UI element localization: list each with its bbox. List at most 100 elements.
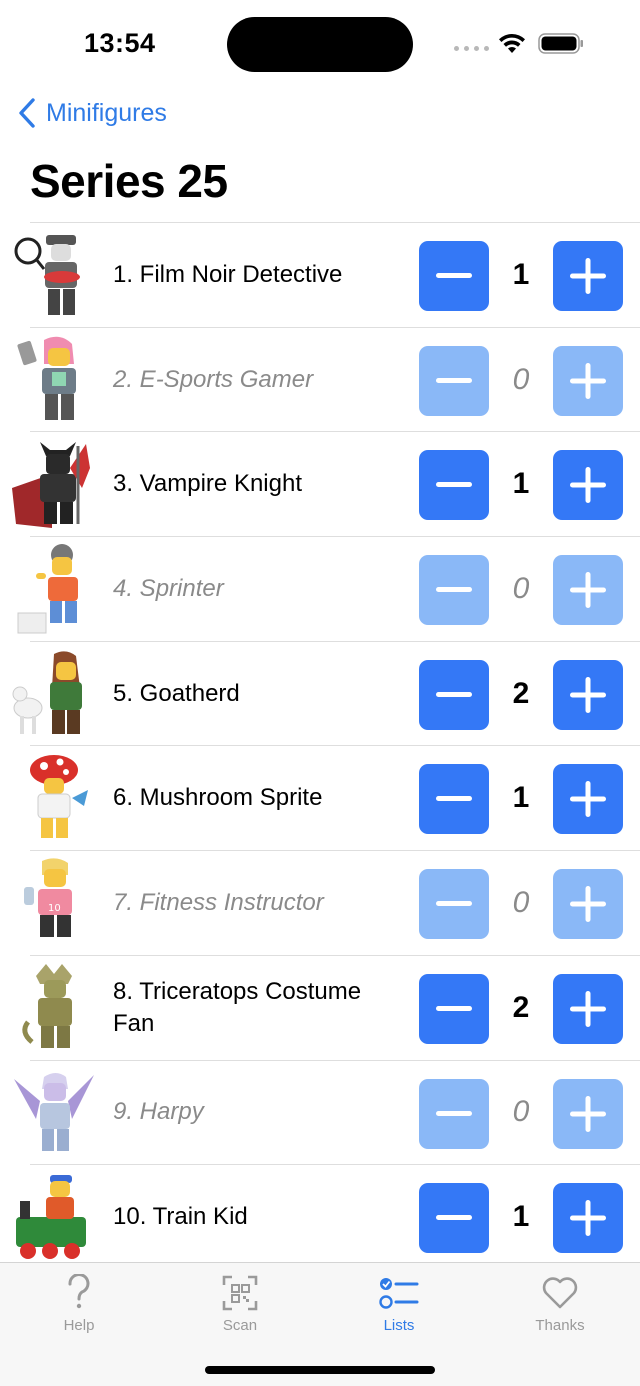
increment-button[interactable] bbox=[553, 1183, 623, 1254]
list-item: 2. E-Sports Gamer 0 bbox=[17, 326, 640, 432]
decrement-button[interactable] bbox=[419, 973, 489, 1044]
decrement-button[interactable] bbox=[419, 764, 489, 835]
list-item: 8. Triceratops Costume Fan 2 bbox=[22, 954, 640, 1060]
plus-icon bbox=[570, 1200, 606, 1237]
heart-icon bbox=[542, 1277, 578, 1309]
minifigure-name: 7. Fitness Instructor bbox=[113, 888, 324, 916]
decrement-button[interactable] bbox=[419, 869, 489, 940]
plus-icon bbox=[570, 990, 606, 1027]
owned-count: 0 bbox=[512, 885, 530, 919]
minifigure-list: 1. Film Noir Detective 1 2. E-Sports Gam… bbox=[0, 222, 640, 1269]
tab-scan[interactable]: Scan bbox=[180, 1271, 300, 1341]
chevron-left-icon bbox=[19, 98, 35, 128]
minifigure-image: 10 bbox=[24, 858, 72, 938]
minifigure-name: 6. Mushroom Sprite bbox=[113, 784, 323, 812]
decrement-button[interactable] bbox=[419, 241, 489, 311]
decrement-button[interactable] bbox=[419, 1183, 489, 1254]
minus-icon bbox=[436, 377, 472, 383]
increment-button[interactable] bbox=[553, 241, 623, 311]
list-item: 10. Train Kid 1 bbox=[16, 1164, 640, 1269]
decrement-button[interactable] bbox=[419, 1078, 489, 1149]
owned-count: 1 bbox=[512, 257, 530, 291]
minus-icon bbox=[436, 691, 472, 697]
owned-count: 1 bbox=[512, 467, 530, 501]
minifigure-image bbox=[14, 1072, 94, 1151]
decrement-button[interactable] bbox=[419, 659, 489, 730]
plus-icon bbox=[570, 258, 606, 294]
minifigure-name: 1. Film Noir Detective bbox=[113, 260, 343, 288]
tab-label: Scan bbox=[222, 1317, 258, 1334]
owned-count: 2 bbox=[512, 990, 530, 1024]
minus-icon bbox=[436, 901, 472, 907]
minifigure-image bbox=[16, 1175, 86, 1260]
decrement-button[interactable] bbox=[419, 555, 489, 626]
plus-icon bbox=[570, 781, 606, 818]
battery-icon bbox=[538, 33, 583, 54]
list-item: 3. Vampire Knight 1 bbox=[12, 431, 640, 536]
increment-button[interactable] bbox=[553, 345, 623, 416]
owned-count: 1 bbox=[512, 1200, 530, 1234]
minus-icon bbox=[436, 587, 472, 593]
increment-button[interactable] bbox=[553, 764, 623, 835]
owned-count: 0 bbox=[512, 362, 530, 396]
cellular-signal-icon bbox=[454, 46, 489, 51]
plus-icon bbox=[570, 1095, 606, 1132]
list-item: 4. Sprinter 0 bbox=[17, 536, 640, 641]
minifigure-image bbox=[12, 651, 82, 734]
home-indicator[interactable] bbox=[205, 1366, 435, 1374]
minifigure-name: 5. Goatherd bbox=[113, 679, 240, 707]
minus-icon bbox=[436, 796, 472, 802]
question-icon bbox=[68, 1274, 90, 1309]
increment-button[interactable] bbox=[553, 1078, 623, 1149]
tab-label: Lists bbox=[383, 1317, 415, 1334]
list-item: 10 7. Fitness Instructor 0 bbox=[24, 850, 640, 955]
checklist-icon bbox=[379, 1278, 419, 1309]
minifigure-image bbox=[17, 544, 78, 634]
minus-icon bbox=[436, 1110, 472, 1116]
list-item: 5. Goatherd 2 bbox=[12, 640, 640, 746]
decrement-button[interactable] bbox=[419, 450, 489, 521]
tab-help[interactable]: Help bbox=[19, 1271, 139, 1341]
minifigure-image bbox=[22, 963, 72, 1048]
decrement-button[interactable] bbox=[419, 345, 489, 416]
minus-icon bbox=[436, 1215, 472, 1221]
plus-icon bbox=[570, 572, 606, 609]
owned-count: 0 bbox=[512, 571, 530, 605]
minifigure-name: 10. Train Kid bbox=[113, 1203, 248, 1231]
minifigure-name: 3. Vampire Knight bbox=[113, 470, 302, 498]
owned-count: 1 bbox=[512, 781, 530, 815]
back-button[interactable]: Minifigures bbox=[18, 96, 167, 130]
page-title: Series 25 bbox=[30, 155, 228, 207]
plus-icon bbox=[570, 886, 606, 923]
increment-button[interactable] bbox=[553, 973, 623, 1044]
owned-count: 0 bbox=[512, 1095, 530, 1129]
tab-lists[interactable]: Lists bbox=[339, 1271, 459, 1341]
increment-button[interactable] bbox=[553, 555, 623, 626]
minus-icon bbox=[436, 482, 472, 488]
increment-button[interactable] bbox=[553, 659, 623, 730]
increment-button[interactable] bbox=[553, 450, 623, 521]
minifigure-image bbox=[12, 442, 90, 529]
back-button-label: Minifigures bbox=[46, 98, 167, 127]
minifigure-name: 9. Harpy bbox=[113, 1098, 204, 1126]
minifigure-name: 2. E-Sports Gamer bbox=[113, 365, 314, 393]
list-item: 1. Film Noir Detective 1 bbox=[14, 222, 640, 327]
tab-label: Thanks bbox=[535, 1317, 585, 1334]
svg-text:10: 10 bbox=[48, 903, 61, 914]
plus-icon bbox=[570, 467, 606, 504]
minifigure-image bbox=[30, 755, 88, 839]
status-time: 13:54 bbox=[84, 28, 156, 58]
minifigure-image bbox=[17, 336, 76, 420]
minus-icon bbox=[436, 273, 472, 278]
owned-count: 2 bbox=[512, 676, 530, 710]
increment-button[interactable] bbox=[553, 869, 623, 940]
minifigure-name: 4. Sprinter bbox=[113, 574, 224, 602]
dynamic-island bbox=[227, 17, 413, 72]
minifigure-image bbox=[14, 235, 80, 315]
tab-label: Help bbox=[63, 1317, 95, 1334]
tab-thanks[interactable]: Thanks bbox=[500, 1271, 620, 1341]
status-bar: 13:54 bbox=[0, 0, 640, 90]
minifigure-name: 8. Triceratops Costume Fan bbox=[113, 977, 362, 1037]
plus-icon bbox=[570, 362, 606, 399]
list-item: 9. Harpy 0 bbox=[14, 1059, 640, 1165]
